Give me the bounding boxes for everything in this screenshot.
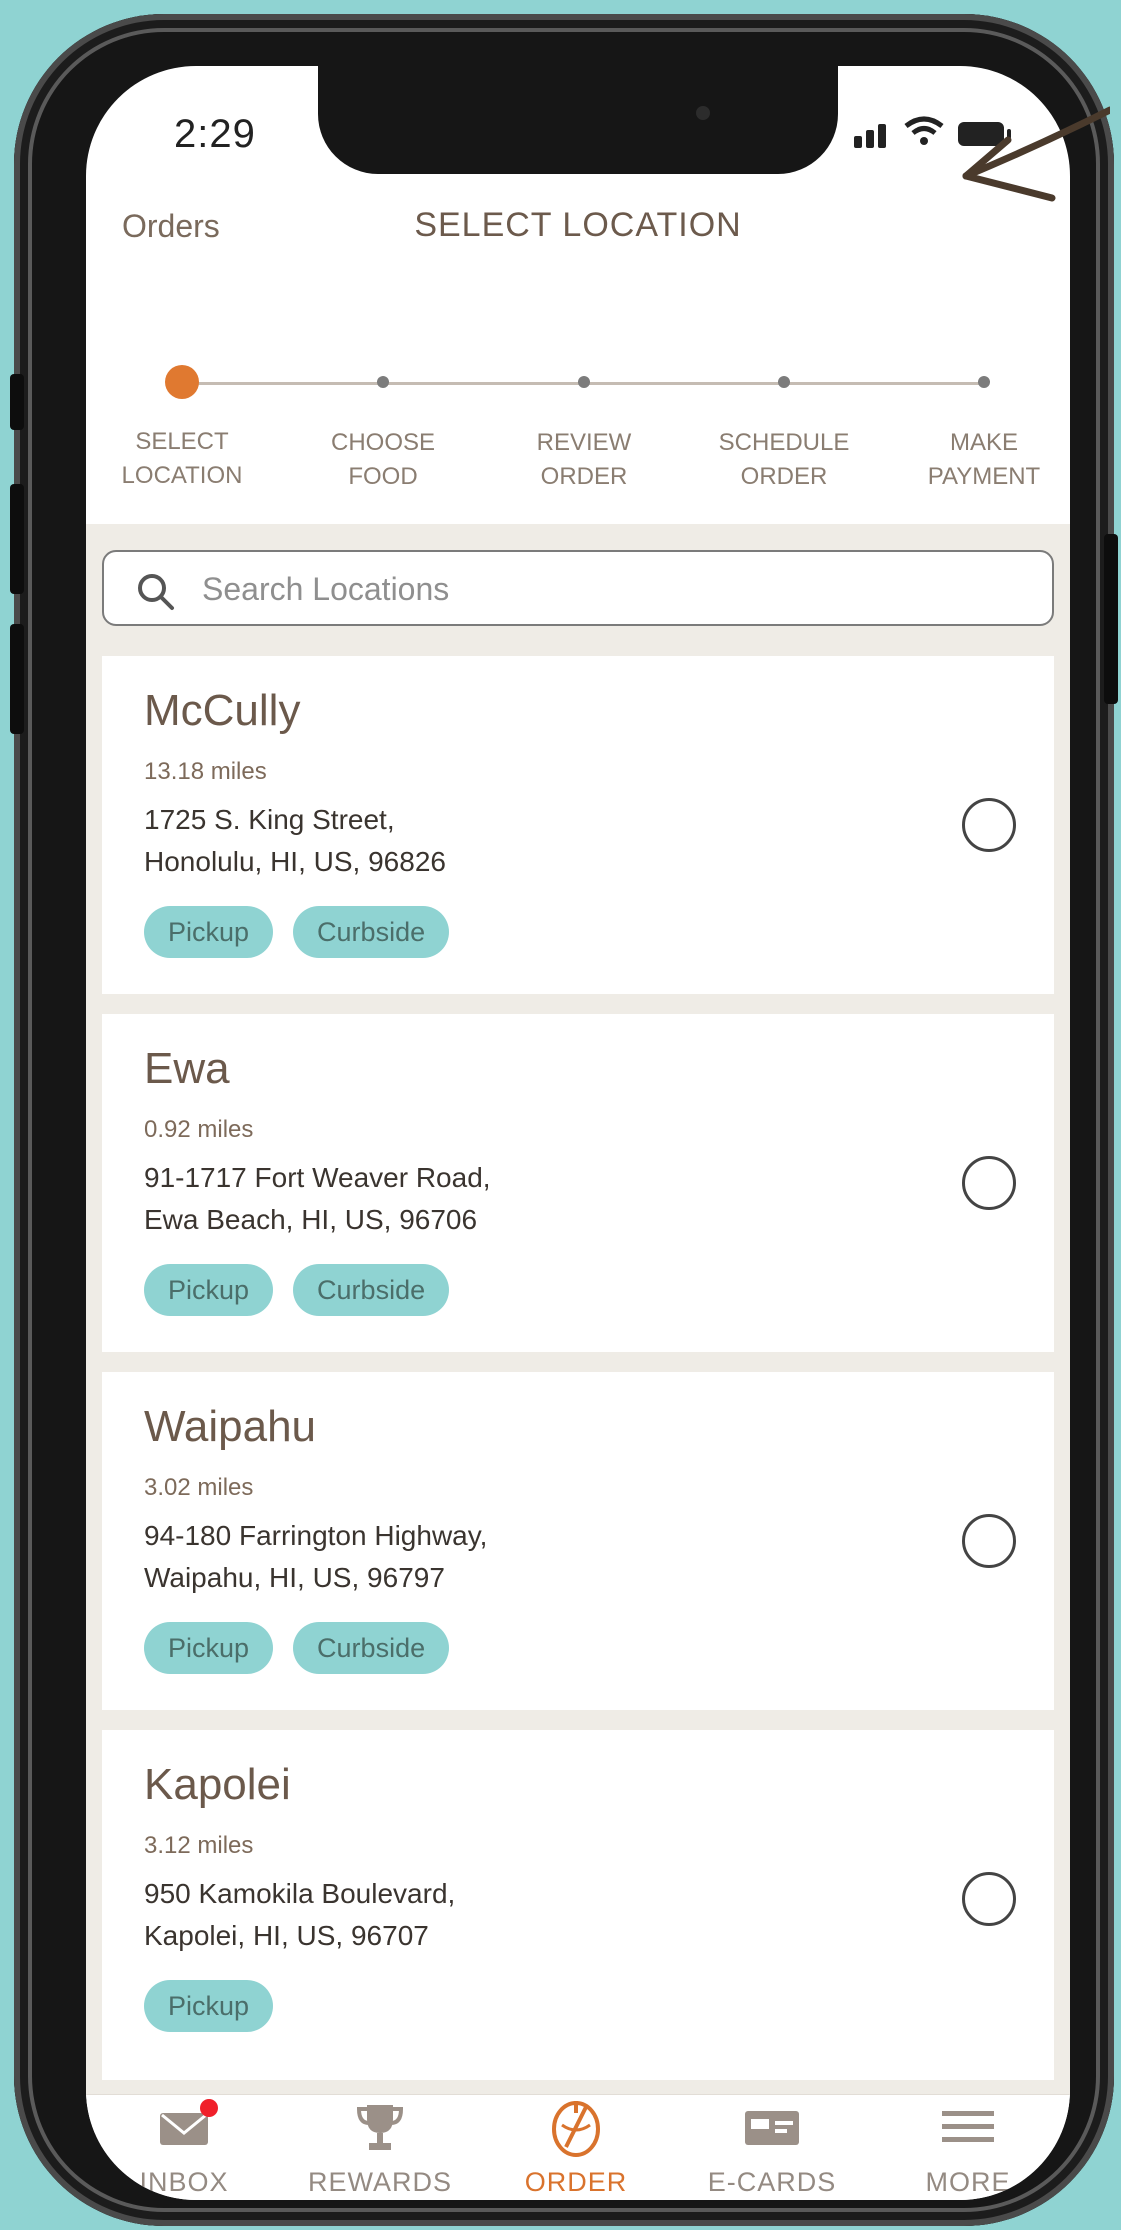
service-tags: Pickup Curbside <box>144 906 450 958</box>
app-screen: 2:29 Orders SELECT LOCATION SELECT LOCAT… <box>86 66 1070 2200</box>
location-address-line1: 1725 S. King Street, <box>144 804 395 835</box>
gift-card-icon <box>674 2095 870 2159</box>
location-name: McCully <box>144 686 301 735</box>
step-dot-active <box>165 365 199 399</box>
location-name: Kapolei <box>144 1760 291 1809</box>
location-card-waipahu[interactable]: Waipahu 3.02 miles 94-180 Farrington Hig… <box>102 1372 1054 1710</box>
order-icon <box>478 2095 674 2159</box>
location-radio[interactable] <box>962 1872 1016 1926</box>
order-progress-stepper: SELECT LOCATION CHOOSE FOOD REVIEW ORDER… <box>86 336 1070 496</box>
location-distance: 0.92 miles <box>144 1116 254 1143</box>
tab-label: ORDER <box>524 2167 628 2197</box>
notch <box>318 66 838 174</box>
tab-rewards[interactable]: REWARDS <box>282 2095 478 2198</box>
step-label: REVIEW ORDER <box>536 429 632 490</box>
step-select-location: SELECT LOCATION <box>86 336 282 493</box>
location-address-line2: Ewa Beach, HI, US, 96706 <box>144 1204 478 1235</box>
menu-icon <box>870 2095 1066 2159</box>
location-card-ewa[interactable]: Ewa 0.92 miles 91-1717 Fort Weaver Road,… <box>102 1014 1054 1352</box>
search-bar[interactable] <box>102 550 1054 626</box>
location-address-line2: Honolulu, HI, US, 96826 <box>144 846 446 877</box>
step-label: CHOOSE FOOD <box>330 429 435 490</box>
curbside-tag: Curbside <box>293 1264 450 1316</box>
page-title: SELECT LOCATION <box>414 206 742 244</box>
location-name: Ewa <box>144 1044 230 1093</box>
pickup-tag: Pickup <box>144 1980 274 2032</box>
step-label: SELECT LOCATION <box>121 428 243 489</box>
location-address-line1: 950 Kamokila Boulevard, <box>144 1878 456 1909</box>
wifi-icon <box>904 116 944 145</box>
step-label: MAKE PAYMENT <box>927 429 1041 490</box>
service-tags: Pickup <box>144 1980 274 2032</box>
location-address-line1: 94-180 Farrington Highway, <box>144 1520 488 1551</box>
search-icon <box>138 574 174 610</box>
tab-label: E-CARDS <box>707 2167 837 2197</box>
volume-up-button <box>10 484 24 594</box>
location-radio[interactable] <box>962 1514 1016 1568</box>
location-radio[interactable] <box>962 1156 1016 1210</box>
location-radio[interactable] <box>962 798 1016 852</box>
location-address-line2: Kapolei, HI, US, 96707 <box>144 1920 429 1951</box>
pickup-tag: Pickup <box>144 1264 274 1316</box>
step-dot <box>578 376 590 388</box>
service-tags: Pickup Curbside <box>144 1622 450 1674</box>
pickup-tag: Pickup <box>144 906 274 958</box>
camera <box>696 106 710 120</box>
location-card-kapolei[interactable]: Kapolei 3.12 miles 950 Kamokila Boulevar… <box>102 1730 1054 2080</box>
tab-label: MORE <box>925 2167 1011 2197</box>
tab-label: INBOX <box>139 2167 229 2197</box>
tab-e-cards[interactable]: E-CARDS <box>674 2095 870 2198</box>
bottom-tab-bar: INBOX REWARDS ORDER E-CARDS MORE <box>86 2094 1070 2200</box>
location-distance: 3.12 miles <box>144 1832 254 1859</box>
envelope-icon <box>86 2095 282 2159</box>
silent-switch <box>10 374 24 430</box>
location-address-line2: Waipahu, HI, US, 96797 <box>144 1562 445 1593</box>
signal-icon <box>854 124 886 148</box>
step-dot <box>978 376 990 388</box>
phone-frame: 2:29 Orders SELECT LOCATION SELECT LOCAT… <box>10 14 1118 2226</box>
tab-order[interactable]: ORDER <box>478 2095 674 2198</box>
tab-label: REWARDS <box>307 2167 452 2197</box>
notification-badge <box>200 2099 218 2117</box>
pickup-tag: Pickup <box>144 1622 274 1674</box>
search-input[interactable] <box>200 564 1024 614</box>
curbside-tag: Curbside <box>293 1622 450 1674</box>
service-tags: Pickup Curbside <box>144 1264 450 1316</box>
step-dot <box>377 376 389 388</box>
volume-down-button <box>10 624 24 734</box>
power-button <box>1104 534 1118 704</box>
status-time: 2:29 <box>174 112 256 156</box>
step-dot <box>778 376 790 388</box>
curbside-tag: Curbside <box>293 906 450 958</box>
step-label: SCHEDULE ORDER <box>718 429 850 490</box>
location-distance: 3.02 miles <box>144 1474 254 1501</box>
location-card-mccully[interactable]: McCully 13.18 miles 1725 S. King Street,… <box>102 656 1054 994</box>
step-choose-food: CHOOSE FOOD <box>283 336 483 494</box>
location-address-line1: 91-1717 Fort Weaver Road, <box>144 1162 491 1193</box>
step-schedule-order: SCHEDULE ORDER <box>684 336 884 494</box>
step-make-payment: MAKE PAYMENT <box>884 336 1070 494</box>
step-review-order: REVIEW ORDER <box>484 336 684 494</box>
annotation-arrow-icon <box>962 106 1110 202</box>
location-name: Waipahu <box>144 1402 317 1451</box>
location-distance: 13.18 miles <box>144 758 267 785</box>
trophy-icon <box>282 2095 478 2159</box>
tab-more[interactable]: MORE <box>870 2095 1066 2198</box>
tab-inbox[interactable]: INBOX <box>86 2095 282 2198</box>
